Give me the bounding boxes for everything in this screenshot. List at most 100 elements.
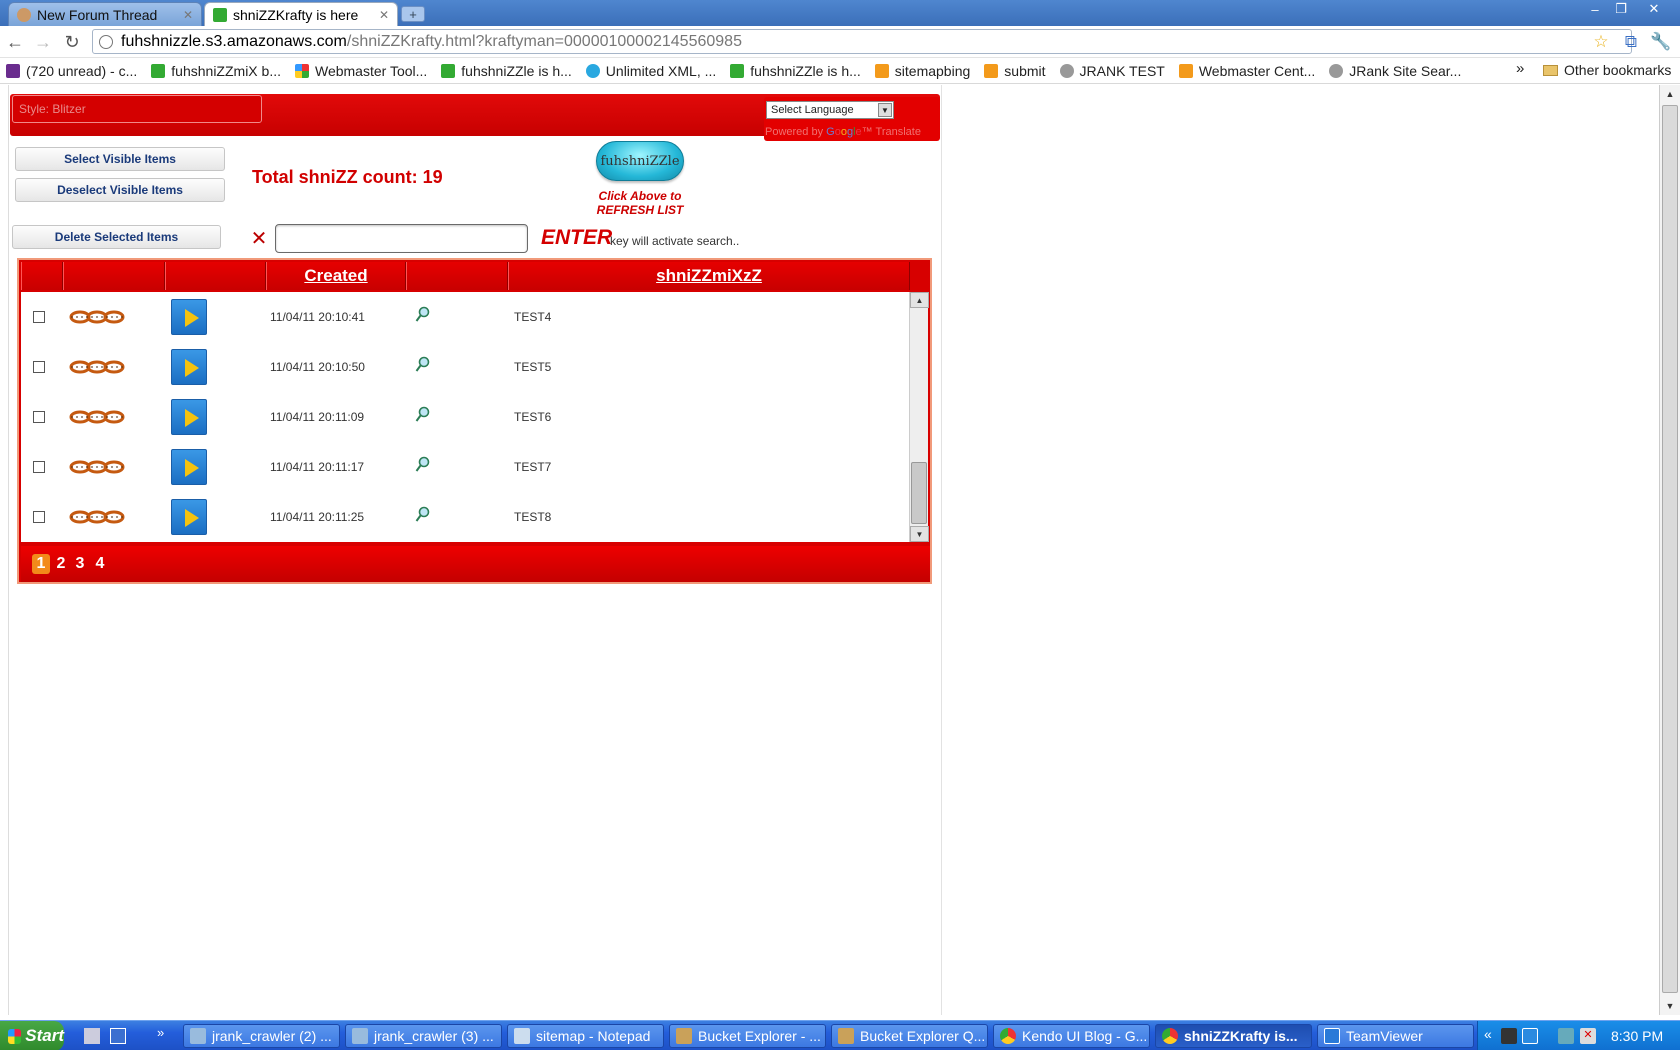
chain-link-icon[interactable] bbox=[69, 456, 125, 478]
tab-shnizzkrafty[interactable]: shniZZKrafty is here ✕ bbox=[204, 2, 398, 26]
bookmark-star-icon[interactable]: ☆ bbox=[1590, 31, 1612, 53]
page-2-button[interactable]: 2 bbox=[54, 554, 68, 574]
taskbar-item[interactable]: Kendo UI Blog - G... bbox=[993, 1024, 1150, 1048]
scroll-up-icon[interactable]: ▲ bbox=[910, 292, 929, 308]
row-checkbox[interactable] bbox=[33, 461, 45, 473]
magnifier-icon[interactable] bbox=[415, 306, 431, 324]
play-icon[interactable] bbox=[171, 499, 207, 535]
page-info-icon[interactable] bbox=[99, 34, 113, 49]
bookmark-item[interactable]: sitemapbing bbox=[874, 63, 970, 79]
magnifier-icon[interactable] bbox=[415, 506, 431, 524]
chain-link-icon[interactable] bbox=[69, 406, 125, 428]
taskbar-item[interactable]: Bucket Explorer - ... bbox=[669, 1024, 826, 1048]
windows-flag-icon bbox=[8, 1028, 22, 1044]
page-scrollbar[interactable]: ▲ ▼ bbox=[1659, 85, 1680, 1015]
forward-icon[interactable]: → bbox=[32, 32, 54, 52]
taskbar-item[interactable]: shniZZKrafty is... bbox=[1155, 1024, 1312, 1048]
scroll-thumb[interactable] bbox=[911, 462, 927, 524]
restore-icon[interactable]: ❐ bbox=[1608, 1, 1634, 17]
taskbar-item[interactable]: TeamViewer bbox=[1317, 1024, 1474, 1048]
select-visible-button[interactable]: Select Visible Items bbox=[15, 147, 225, 171]
row-checkbox[interactable] bbox=[33, 511, 45, 523]
chain-link-icon[interactable] bbox=[69, 506, 125, 528]
tab-new-forum-thread[interactable]: New Forum Thread ✕ bbox=[8, 2, 202, 26]
close-icon[interactable]: ✕ bbox=[183, 8, 193, 22]
magnifier-icon[interactable] bbox=[415, 406, 431, 424]
new-tab-button[interactable]: + bbox=[401, 6, 425, 22]
bookmark-item[interactable]: fuhshniZZmiX b... bbox=[151, 63, 281, 79]
taskbar-item[interactable]: Bucket Explorer Q... bbox=[831, 1024, 988, 1048]
show-desktop-icon[interactable] bbox=[84, 1028, 100, 1044]
task-label: sitemap - Notepad bbox=[536, 1028, 651, 1044]
pager: 1 2 3 4 bbox=[21, 546, 930, 582]
page-3-button[interactable]: 3 bbox=[73, 554, 87, 574]
column-header-details[interactable] bbox=[406, 262, 508, 290]
page-1-button[interactable]: 1 bbox=[32, 554, 50, 574]
column-header-link[interactable] bbox=[63, 262, 165, 290]
row-checkbox[interactable] bbox=[33, 361, 45, 373]
bookmark-item[interactable]: JRANK TEST bbox=[1059, 63, 1165, 79]
taskbar-item[interactable]: jrank_crawler (2) ... bbox=[183, 1024, 340, 1048]
scroll-down-icon[interactable]: ▼ bbox=[1660, 997, 1680, 1015]
language-select[interactable]: Select Language ▼ bbox=[766, 101, 894, 119]
play-icon[interactable] bbox=[171, 399, 207, 435]
grid-scrollbar[interactable]: ▲ ▼ bbox=[909, 292, 929, 542]
task-label: shniZZKrafty is... bbox=[1184, 1028, 1298, 1044]
play-icon[interactable] bbox=[171, 349, 207, 385]
clock[interactable]: 8:30 PM bbox=[1611, 1028, 1663, 1044]
column-header-select[interactable] bbox=[21, 262, 63, 290]
magnifier-icon[interactable] bbox=[415, 356, 431, 374]
column-header-shnizzmixzz[interactable]: shniZZmiXzZ bbox=[508, 262, 910, 290]
bookmark-item[interactable]: Webmaster Cent... bbox=[1178, 62, 1316, 79]
bookmark-item[interactable]: Unlimited XML, ... bbox=[585, 63, 716, 79]
bookmark-item[interactable]: submit bbox=[984, 63, 1046, 79]
start-button[interactable]: Start bbox=[0, 1021, 64, 1050]
search-input[interactable] bbox=[275, 224, 528, 253]
camera-icon[interactable] bbox=[1501, 1028, 1517, 1044]
column-header-play[interactable] bbox=[165, 262, 266, 290]
row-checkbox[interactable] bbox=[33, 411, 45, 423]
bookmark-item[interactable]: JRank Site Sear... bbox=[1329, 63, 1461, 79]
delete-selected-button[interactable]: Delete Selected Items bbox=[12, 225, 221, 249]
close-window-icon[interactable]: ✕ bbox=[1641, 1, 1667, 17]
quicklaunch-overflow-button[interactable]: » bbox=[157, 1025, 173, 1041]
row-checkbox[interactable] bbox=[33, 311, 45, 323]
row-name: TEST8 bbox=[514, 510, 552, 524]
clear-x-icon[interactable]: ✕ bbox=[250, 229, 268, 249]
tray-expand-button[interactable]: « bbox=[1484, 1026, 1492, 1042]
scroll-thumb[interactable] bbox=[1662, 105, 1678, 993]
close-icon[interactable]: ✕ bbox=[379, 8, 389, 22]
taskbar-item[interactable]: jrank_crawler (3) ... bbox=[345, 1024, 502, 1048]
teamviewer-icon[interactable] bbox=[1522, 1028, 1538, 1044]
bookmark-item[interactable]: fuhshniZZle is h... bbox=[730, 63, 861, 79]
reload-icon[interactable]: ↻ bbox=[61, 32, 83, 52]
bookmarks-overflow-button[interactable]: » bbox=[1516, 60, 1524, 77]
refresh-logo-button[interactable]: fuhshniZZle bbox=[596, 141, 684, 181]
quick-launch-icon[interactable] bbox=[110, 1028, 126, 1044]
style-label[interactable]: Style: Blitzer bbox=[12, 95, 262, 123]
bookmark-label: Webmaster Cent... bbox=[1198, 62, 1316, 79]
play-icon[interactable] bbox=[171, 449, 207, 485]
bookmark-item[interactable]: Webmaster Tool... bbox=[294, 63, 427, 79]
bookmark-item[interactable]: (720 unread) - c... bbox=[6, 63, 137, 79]
chain-link-icon[interactable] bbox=[69, 306, 125, 328]
taskbar-item[interactable]: sitemap - Notepad bbox=[507, 1024, 664, 1048]
back-icon[interactable]: ← bbox=[4, 32, 26, 52]
play-icon[interactable] bbox=[171, 299, 207, 335]
network-icon[interactable] bbox=[1558, 1028, 1574, 1044]
volume-muted-icon[interactable]: ✕ bbox=[1580, 1028, 1596, 1044]
scroll-up-icon[interactable]: ▲ bbox=[1660, 85, 1680, 103]
wrench-icon[interactable]: 🔧 bbox=[1650, 31, 1672, 53]
deselect-visible-button[interactable]: Deselect Visible Items bbox=[15, 178, 225, 202]
address-bar[interactable]: fuhshnizzle.s3.amazonaws.com/shniZZKraft… bbox=[92, 29, 1632, 54]
minimize-icon[interactable]: – bbox=[1582, 1, 1608, 17]
column-header-created[interactable]: Created bbox=[266, 262, 406, 290]
powered-by-google[interactable]: Powered by Google™ Translate bbox=[765, 126, 921, 138]
translate-icon[interactable]: ⧉ bbox=[1620, 31, 1642, 53]
scroll-down-icon[interactable]: ▼ bbox=[910, 526, 929, 542]
chain-link-icon[interactable] bbox=[69, 356, 125, 378]
other-bookmarks[interactable]: Other bookmarks bbox=[1543, 62, 1671, 78]
page-4-button[interactable]: 4 bbox=[93, 554, 107, 574]
magnifier-icon[interactable] bbox=[415, 456, 431, 474]
bookmark-item[interactable]: fuhshniZZle is h... bbox=[441, 63, 572, 79]
